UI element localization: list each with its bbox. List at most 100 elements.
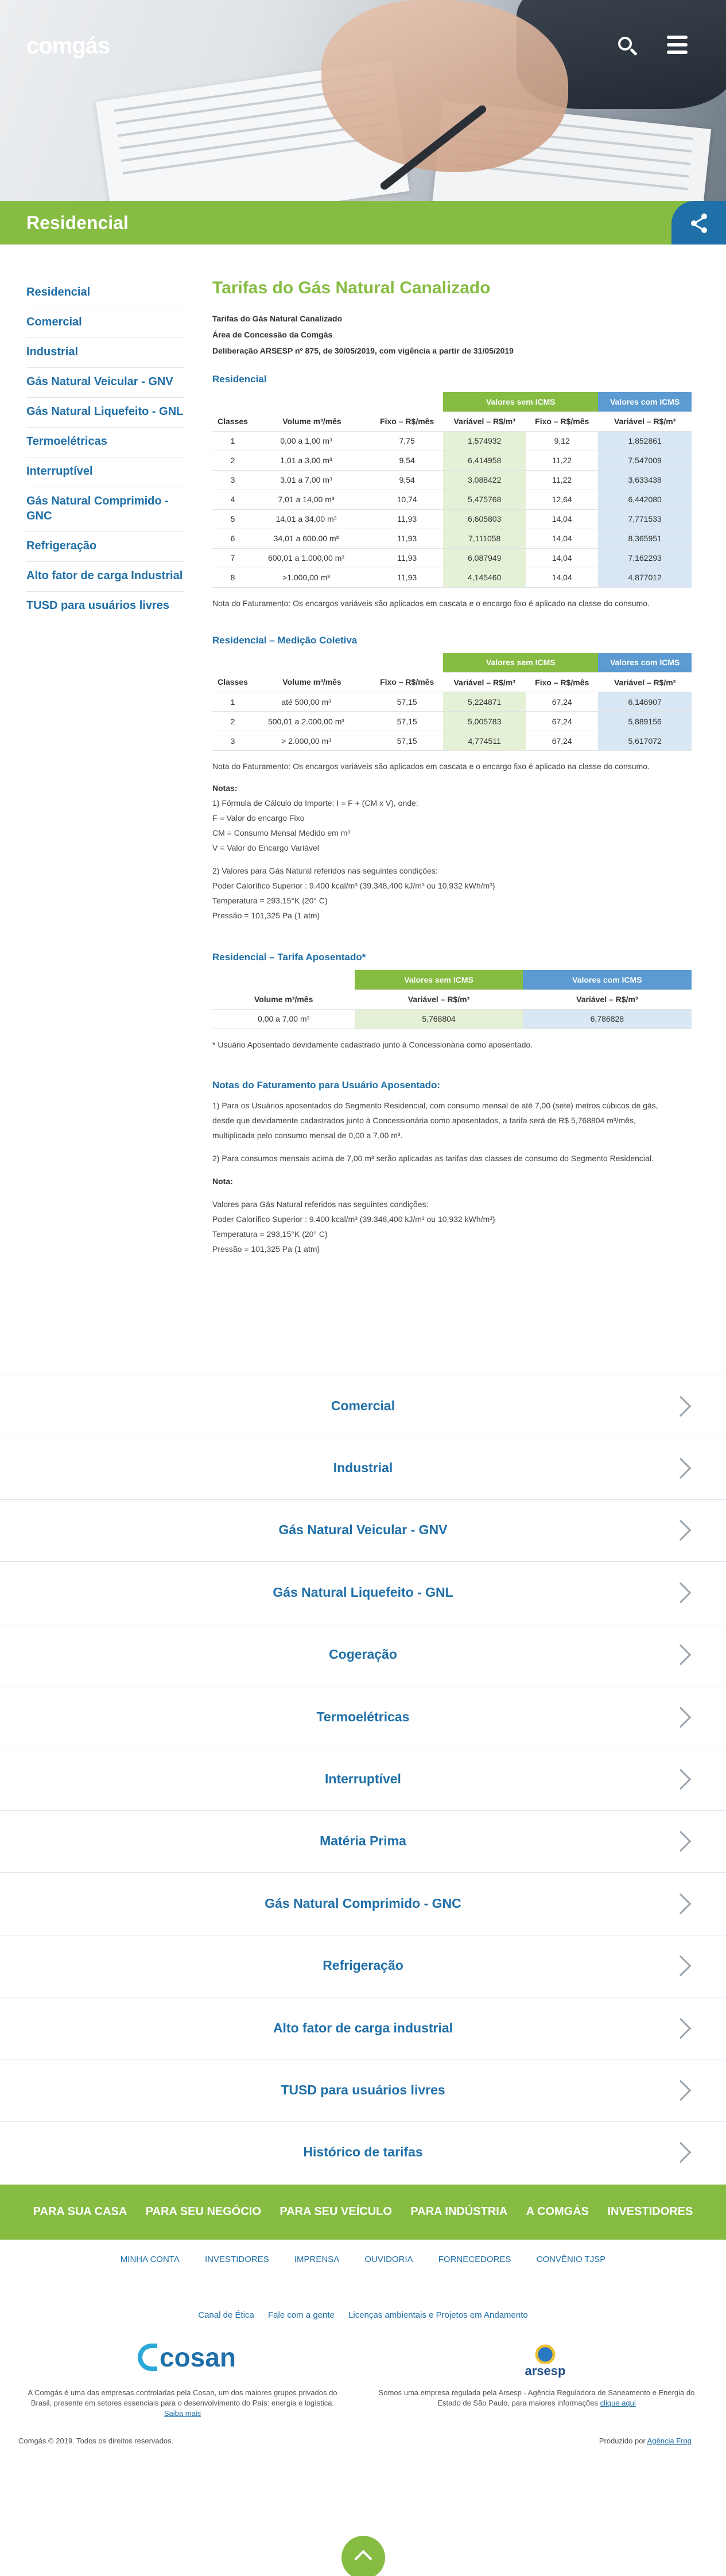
table-cell: 67,24	[526, 692, 599, 712]
accordion-label: Interruptível	[325, 1771, 401, 1787]
footer-nav-negocio[interactable]: PARA SEU NEGÓCIO	[146, 2205, 261, 2218]
footer-link[interactable]: INVESTIDORES	[205, 2255, 269, 2264]
footer-nav-investidores[interactable]: INVESTIDORES	[607, 2205, 693, 2218]
footer-link[interactable]: IMPRENSA	[294, 2255, 339, 2264]
accordion-item-refrigeracao[interactable]: Refrigeração	[0, 1934, 726, 1997]
footer-link[interactable]: Canal de Ética	[198, 2310, 254, 2320]
accordion-item-gnl[interactable]: Gás Natural Liquefeito - GNL	[0, 1561, 726, 1623]
sidebar-item-gnc[interactable]: Gás Natural Comprimido - GNC	[26, 487, 184, 532]
accordion-item-gnc[interactable]: Gás Natural Comprimido - GNC	[0, 1872, 726, 1934]
notes-line: 1) Fórmula de Cálculo do Importe: I = F …	[212, 798, 418, 808]
table-title: Residencial – Tarifa Aposentado*	[212, 952, 366, 963]
table-cell: 8	[212, 568, 253, 588]
hamburger-menu-icon[interactable]	[667, 34, 688, 55]
table-cell: 6,786828	[522, 1009, 692, 1029]
table-cell: 2	[212, 711, 253, 731]
table-cell: 3,633438	[598, 470, 692, 490]
table-row: 7 600,01 a 1.000,00 m³ 11,93 6,087949 14,04 7…	[212, 548, 692, 568]
sidebar-item-gnv[interactable]: Gás Natural Veicular - GNV	[26, 368, 184, 398]
cosan-description: A Comgás é uma das empresas controladas …	[22, 2388, 343, 2419]
table-row: 0,00 a 7,00 m³ 5,768804 6,786828	[212, 1009, 692, 1029]
accordion-item-termoeletricas[interactable]: Termoelétricas	[0, 1685, 726, 1748]
sidebar-item-residencial[interactable]: Residencial	[26, 278, 184, 308]
footer-nav-veiculo[interactable]: PARA SEU VEÍCULO	[279, 2205, 392, 2218]
accordion-item-historico[interactable]: Histórico de tarifas	[0, 2121, 726, 2183]
footer-nav-casa[interactable]: PARA SUA CASA	[33, 2205, 127, 2218]
tarifa-table-medicao-coletiva: Valores sem ICMS Valores com ICMS Classe…	[212, 653, 692, 751]
table-cell: 2	[212, 451, 253, 471]
accordion-item-materia-prima[interactable]: Matéria Prima	[0, 1810, 726, 1872]
accordion-item-industrial[interactable]: Industrial	[0, 1437, 726, 1499]
cosan-saiba-mais-link[interactable]: Saiba mais	[164, 2409, 201, 2418]
table-cell: 14,04	[526, 529, 599, 549]
cosan-logo[interactable]: cosan	[138, 2342, 236, 2373]
arsesp-logo-text: arsesp	[525, 2364, 566, 2378]
accordion-label: Gás Natural Comprimido - GNC	[265, 1895, 461, 1911]
sidebar-item-gnl[interactable]: Gás Natural Liquefeito - GNL	[26, 398, 184, 428]
accordion-label: Refrigeração	[323, 1958, 403, 1973]
table-cell: 9,54	[371, 470, 444, 490]
faturamento-line: multiplicada pelo consumo mensal de 0,00…	[212, 1130, 403, 1140]
footer-nav-industria[interactable]: PARA INDÚSTRIA	[410, 2205, 507, 2218]
column-header: Volume m³/mês	[253, 412, 371, 432]
agency-link[interactable]: Agência Frog	[647, 2437, 692, 2445]
table-cell: 6,605803	[443, 509, 526, 529]
table-cell: 1,574932	[443, 431, 526, 451]
sidebar-item-refrigeracao[interactable]: Refrigeração	[26, 532, 184, 562]
arsesp-logo[interactable]: arsesp	[511, 2341, 580, 2381]
faturamento-line: 1) Para os Usuários aposentados do Segme…	[212, 1100, 658, 1110]
footer-nav-comgas[interactable]: A COMGÁS	[526, 2205, 589, 2218]
table-cell: 4,877012	[598, 568, 692, 588]
column-header: Volume m³/mês	[253, 672, 371, 692]
accordion-item-comercial[interactable]: Comercial	[0, 1375, 726, 1437]
group-header-com-icms: Valores com ICMS	[598, 392, 692, 412]
table-cell: 7,162293	[598, 548, 692, 568]
footer-link[interactable]: OUVIDORIA	[364, 2255, 413, 2264]
footer-link[interactable]: MINHA CONTA	[121, 2255, 180, 2264]
accordion-item-cogeracao[interactable]: Cogeração	[0, 1623, 726, 1686]
sidebar-nav: Residencial Comercial Industrial Gás Nat…	[26, 278, 184, 621]
footer-link[interactable]: CONVÊNIO TJSP	[537, 2255, 606, 2264]
accordion-item-interruptivel[interactable]: Interruptível	[0, 1748, 726, 1810]
sidebar-item-interruptivel[interactable]: Interruptível	[26, 457, 184, 487]
faturamento-line: Poder Calorífico Superior : 9.400 kcal/m…	[212, 1214, 495, 1224]
produced-by: Produzido por Agência Frog	[599, 2437, 692, 2445]
table-cell: 5,889156	[598, 711, 692, 731]
column-header: Variável – R$/m³	[443, 412, 526, 432]
accordion-item-tusd[interactable]: TUSD para usuários livres	[0, 2059, 726, 2121]
sidebar-item-alto-fator[interactable]: Alto fator de carga Industrial	[26, 562, 184, 592]
sidebar-item-termoeletricas[interactable]: Termoelétricas	[26, 428, 184, 457]
accordion-label: Gás Natural Liquefeito - GNL	[273, 1584, 453, 1600]
search-icon[interactable]	[617, 36, 638, 56]
sidebar-item-tusd[interactable]: TUSD para usuários livres	[26, 592, 184, 621]
comgas-logo[interactable]: comgás	[26, 33, 110, 59]
sidebar-item-industrial[interactable]: Industrial	[26, 338, 184, 368]
back-to-top-button[interactable]	[341, 2536, 385, 2576]
column-header: Variável – R$/m³	[355, 990, 523, 1010]
accordion-label: Gás Natural Veicular - GNV	[278, 1522, 448, 1538]
accordion-item-alto-fator[interactable]: Alto fator de carga industrial	[0, 1996, 726, 2059]
footer-link[interactable]: Licenças ambientais e Projetos em Andame…	[348, 2310, 528, 2320]
share-button[interactable]	[671, 201, 726, 245]
footer-nav: PARA SUA CASA PARA SEU NEGÓCIO PARA SEU …	[0, 2185, 726, 2240]
produced-text: Produzido por	[599, 2437, 646, 2445]
accordion-label: Industrial	[333, 1460, 393, 1476]
table-row: 2 1,01 a 3,00 m³ 9,54 6,414958 11,22 7,547009	[212, 451, 692, 471]
accordion-item-gnv[interactable]: Gás Natural Veicular - GNV	[0, 1499, 726, 1561]
group-header-sem-icms: Valores sem ICMS	[443, 653, 599, 673]
group-header-sem-icms: Valores sem ICMS	[355, 970, 523, 990]
sidebar-item-comercial[interactable]: Comercial	[26, 308, 184, 338]
arsesp-clique-aqui-link[interactable]: clique aqui	[600, 2399, 636, 2407]
column-header: Fixo – R$/mês	[371, 672, 444, 692]
notes-block: Notas: 1) Fórmula de Cálculo do Importe:…	[212, 781, 692, 923]
footer-link[interactable]: FORNECEDORES	[438, 2255, 511, 2264]
table-cell: 3	[212, 470, 253, 490]
notes-line: F = Valor do encargo Fixo	[212, 813, 305, 823]
footer-link[interactable]: Fale com a gente	[268, 2310, 335, 2320]
table-cell: 0,00 a 1,00 m³	[253, 431, 371, 451]
copyright: Comgás © 2019. Todos os direitos reserva…	[18, 2437, 174, 2445]
faturamento-line: Pressão = 101,325 Pa (1 atm)	[212, 1244, 320, 1254]
column-header: Classes	[212, 412, 253, 432]
aposentado-note: * Usuário Aposentado devidamente cadastr…	[212, 1039, 533, 1049]
table-cell: 6	[212, 529, 253, 549]
